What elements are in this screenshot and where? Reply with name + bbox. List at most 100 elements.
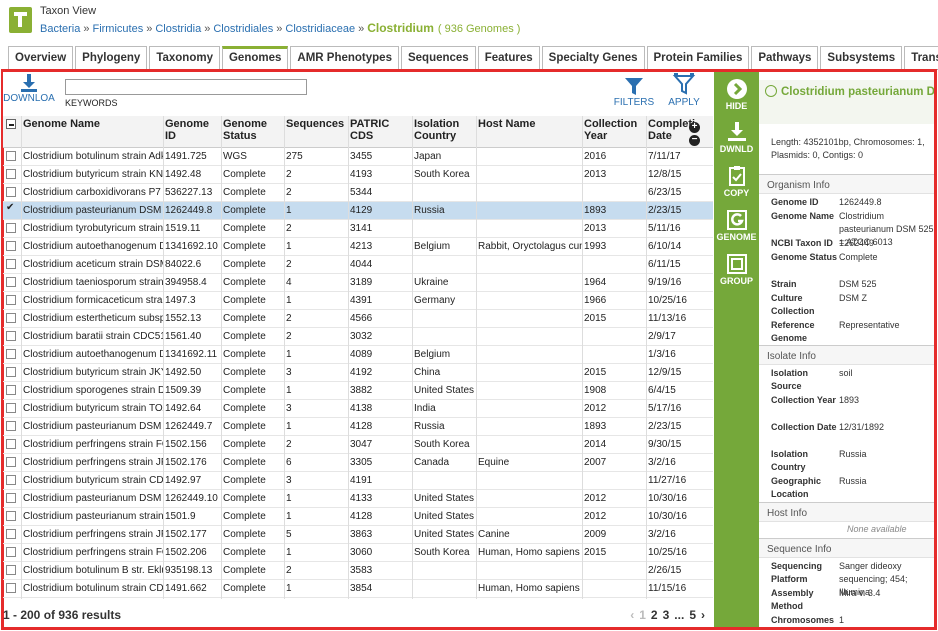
column-header-isolation-country[interactable]: Isolation Country <box>412 118 476 142</box>
copy-button[interactable]: COPY <box>714 165 759 198</box>
row-checkbox[interactable] <box>6 421 16 431</box>
column-header-genome-name[interactable]: Genome Name <box>21 118 163 130</box>
tab-phylogeny[interactable]: Phylogeny <box>75 46 148 69</box>
cell-genome-name: Clostridium taeniosporum strain 1/k <box>23 277 163 288</box>
row-checkbox[interactable] <box>6 475 16 485</box>
table-row[interactable]: Clostridium botulinum strain Adk20121491… <box>3 148 713 166</box>
tab-specialty-genes[interactable]: Specialty Genes <box>541 46 645 69</box>
table-row[interactable]: Clostridium taeniosporum strain 1/k39495… <box>3 274 713 292</box>
row-checkbox[interactable] <box>6 529 16 539</box>
table-row[interactable]: Clostridium perfringens strain FORC1502.… <box>3 544 713 562</box>
hide-button[interactable]: HIDE <box>714 78 759 111</box>
table-row[interactable]: Clostridium aceticum strain DSM 14968402… <box>3 256 713 274</box>
row-checkbox[interactable] <box>6 241 16 251</box>
crumb-bacteria[interactable]: Bacteria <box>40 23 80 35</box>
dwnld-button[interactable]: DWNLD <box>714 121 759 154</box>
table-row[interactable]: Clostridium butyricum strain JKY6D11492.… <box>3 364 713 382</box>
row-checkbox[interactable] <box>6 547 16 557</box>
column-header-host-name[interactable]: Host Name <box>476 118 582 130</box>
page-5[interactable]: 5 <box>689 608 696 622</box>
table-row[interactable]: Clostridium sporogenes strain DSM 795150… <box>3 382 713 400</box>
cell-patric-cds: 3583 <box>350 565 373 576</box>
table-row[interactable]: Clostridium autoethanogenum DSM 10061134… <box>3 346 713 364</box>
table-row[interactable]: Clostridium carboxidivorans P7 536227.13 C… <box>3 184 713 202</box>
table-row[interactable]: Clostridium autoethanogenum DSM 10061134… <box>3 238 713 256</box>
row-checkbox[interactable] <box>6 439 16 449</box>
tab-transcriptomics[interactable]: Transcriptomics <box>904 46 938 69</box>
row-checkbox[interactable] <box>6 367 16 377</box>
table-row[interactable]: Clostridium formicaceticum strain ATCC14… <box>3 292 713 310</box>
add-column-icon[interactable]: + <box>689 122 700 133</box>
row-checkbox[interactable] <box>6 385 16 395</box>
table-row[interactable]: Clostridium tyrobutyricum strain KCTC151… <box>3 220 713 238</box>
tab-taxonomy[interactable]: Taxonomy <box>149 46 220 69</box>
select-all-checkbox[interactable] <box>6 119 16 129</box>
crumb-firmicutes[interactable]: Firmicutes <box>92 23 143 35</box>
prev-page-icon[interactable]: ‹ <box>630 608 634 622</box>
table-row[interactable]: Clostridium pasteurianum DSM 5251262449.… <box>3 490 713 508</box>
column-header-sequences[interactable]: Sequences <box>284 118 348 130</box>
column-header-genome-id[interactable]: Genome ID <box>163 118 221 142</box>
tab-genomes[interactable]: Genomes <box>221 46 289 69</box>
table-row[interactable]: Clostridium pasteurianum strain M150B150… <box>3 508 713 526</box>
row-checkbox[interactable] <box>6 259 16 269</box>
page-2[interactable]: 2 <box>651 608 658 622</box>
download-button[interactable]: DOWNLOA <box>3 73 55 104</box>
group-button[interactable]: GROUP <box>714 253 759 286</box>
tab-amr-phenotypes[interactable]: AMR Phenotypes <box>290 46 399 69</box>
table-row[interactable]: Clostridium perfringens strain JP551502.… <box>3 454 713 472</box>
tab-pathways[interactable]: Pathways <box>751 46 819 69</box>
table-row[interactable]: Clostridium perfringens strain FORC1502.… <box>3 436 713 454</box>
row-checkbox[interactable] <box>6 511 16 521</box>
page-1[interactable]: 1 <box>639 608 646 622</box>
table-row[interactable]: Clostridium baratii strain CDC512671561.… <box>3 328 713 346</box>
genome-button[interactable]: GENOME <box>714 209 759 242</box>
detail-key: Chromosomes <box>771 615 835 625</box>
row-checkbox[interactable] <box>6 583 16 593</box>
row-checkbox[interactable] <box>6 187 16 197</box>
table-row[interactable]: Clostridium butyricum strain TOA 1492.64 C… <box>3 400 713 418</box>
table-row[interactable]: Clostridium perfringens strain JP8381502… <box>3 526 713 544</box>
table-row[interactable]: Clostridium botulinum strain CDC_1436149… <box>3 580 713 598</box>
row-checkbox[interactable] <box>6 493 16 503</box>
tab-features[interactable]: Features <box>477 46 540 69</box>
page-3[interactable]: 3 <box>663 608 670 622</box>
row-checkbox[interactable] <box>6 331 16 341</box>
row-checkbox[interactable] <box>6 151 16 161</box>
row-checkbox[interactable] <box>6 349 16 359</box>
apply-button[interactable]: APPLY <box>663 73 705 108</box>
crumb-clostridia[interactable]: Clostridia <box>155 23 201 35</box>
row-checkbox[interactable] <box>6 313 16 323</box>
table-row[interactable]: Clostridium butyricum strain KNU-L091492… <box>3 166 713 184</box>
table-row[interactable]: Clostridium pasteurianum DSM 5251262449.… <box>3 202 713 220</box>
table-row[interactable]: Clostridium estertheticum subsp. esterth… <box>3 310 713 328</box>
row-checkbox[interactable] <box>6 202 16 215</box>
tab-sequences[interactable]: Sequences <box>400 46 476 69</box>
tab-overview[interactable]: Overview <box>8 46 74 69</box>
table-row[interactable]: Clostridium pasteurianum DSM 5251262449.… <box>3 418 713 436</box>
detail-row: Genome ID 1262449.8 <box>759 196 934 209</box>
next-page-icon[interactable]: › <box>701 608 705 622</box>
row-checkbox[interactable] <box>6 457 16 467</box>
keywords-input[interactable] <box>65 79 307 95</box>
filters-button[interactable]: FILTERS <box>609 77 659 108</box>
table-row[interactable]: Clostridium botulinum B str. Eklund 93519… <box>3 562 713 580</box>
tab-subsystems[interactable]: Subsystems <box>820 46 903 69</box>
row-checkbox[interactable] <box>6 277 16 287</box>
detail-key: Reference Genome <box>771 320 815 343</box>
table-row[interactable]: Clostridium botulinum strain CDC1491.663… <box>3 598 713 599</box>
row-checkbox[interactable] <box>6 295 16 305</box>
column-header-genome-status[interactable]: Genome Status <box>221 118 284 142</box>
crumb-clostridiales[interactable]: Clostridiales <box>213 23 273 35</box>
crumb-clostridiaceae[interactable]: Clostridiaceae <box>285 23 355 35</box>
tab-protein-families[interactable]: Protein Families <box>646 46 750 69</box>
cell-genome-name: Clostridium autoethanogenum DSM 10061 <box>23 241 163 252</box>
remove-column-icon[interactable]: − <box>689 135 700 146</box>
row-checkbox[interactable] <box>6 565 16 575</box>
column-header-collection-year[interactable]: Collection Year <box>582 118 646 142</box>
row-checkbox[interactable] <box>6 169 16 179</box>
row-checkbox[interactable] <box>6 223 16 233</box>
column-header-patric-cds[interactable]: PATRIC CDS <box>348 118 412 142</box>
table-row[interactable]: Clostridium butyricum strain CDC_5120814… <box>3 472 713 490</box>
row-checkbox[interactable] <box>6 403 16 413</box>
